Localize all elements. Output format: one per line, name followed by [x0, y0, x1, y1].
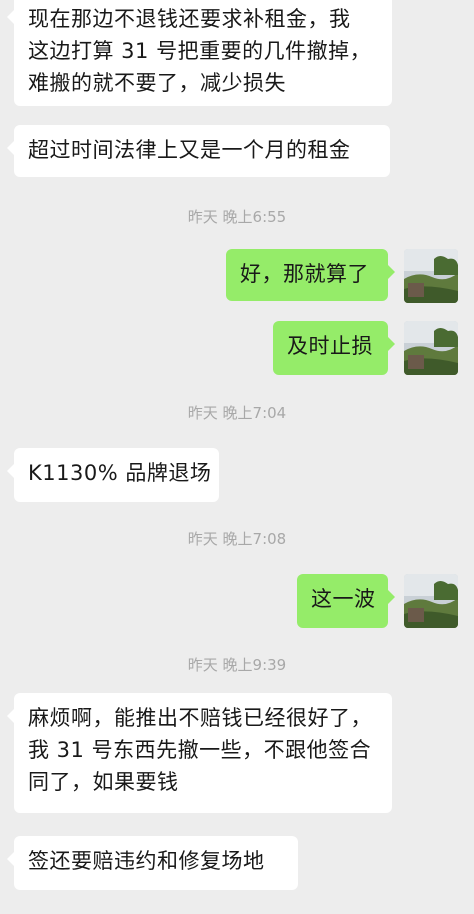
- message-line: 这一波: [311, 587, 376, 611]
- avatar[interactable]: [404, 574, 458, 628]
- message-line: 这边打算 31 号把重要的几件撤掉，: [28, 39, 372, 63]
- message-bubble-incoming[interactable]: 麻烦啊，能推出不赔钱已经很好了， 我 31 号东西先撤一些，不跟他签合 同了，如…: [7, 693, 392, 813]
- landscape-avatar-icon: [404, 574, 458, 628]
- timestamp: 昨天 晚上6:55: [187, 208, 287, 226]
- message-line: 麻烦啊，能推出不赔钱已经很好了，: [28, 706, 372, 730]
- message-line: 签还要赔违约和修复场地: [28, 849, 265, 873]
- message-line: K1130% 品牌退场: [28, 461, 212, 485]
- landscape-avatar-icon: [404, 249, 458, 303]
- message-bubble-incoming[interactable]: 现在那边不退钱还要求补租金，我 这边打算 31 号把重要的几件撤掉， 难搬的就不…: [7, 0, 392, 106]
- message-line: 超过时间法律上又是一个月的租金: [28, 138, 351, 162]
- landscape-avatar-icon: [404, 321, 458, 375]
- timestamp: 昨天 晚上9:39: [187, 656, 287, 674]
- timestamp: 昨天 晚上7:08: [187, 530, 287, 548]
- chat-area: 现在那边不退钱还要求补租金，我 这边打算 31 号把重要的几件撤掉， 难搬的就不…: [0, 0, 474, 914]
- avatar[interactable]: [404, 249, 458, 303]
- message-bubble-outgoing[interactable]: 及时止损: [273, 321, 395, 375]
- message-line: 同了，如果要钱: [28, 770, 179, 794]
- message-line: 及时止损: [287, 334, 373, 358]
- message-bubble-incoming[interactable]: 签还要赔违约和修复场地: [7, 836, 298, 890]
- message-bubble-outgoing[interactable]: 这一波: [297, 574, 395, 628]
- message-line: 难搬的就不要了，减少损失: [28, 71, 286, 95]
- message-bubble-outgoing[interactable]: 好，那就算了: [226, 249, 395, 301]
- avatar[interactable]: [404, 321, 458, 375]
- timestamp: 昨天 晚上7:04: [187, 404, 287, 422]
- message-line: 好，那就算了: [240, 262, 369, 286]
- message-line: 现在那边不退钱还要求补租金，我: [28, 7, 351, 31]
- message-line: 我 31 号东西先撤一些，不跟他签合: [28, 738, 372, 762]
- message-bubble-incoming[interactable]: K1130% 品牌退场: [7, 448, 219, 502]
- message-bubble-incoming[interactable]: 超过时间法律上又是一个月的租金: [7, 125, 390, 177]
